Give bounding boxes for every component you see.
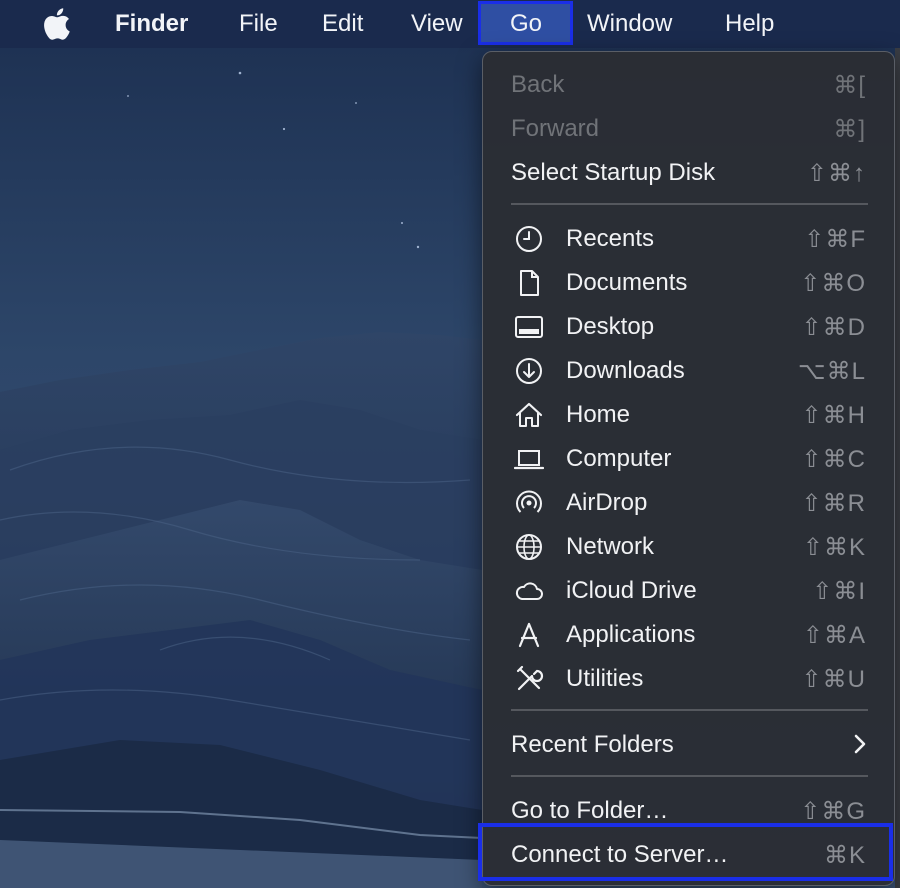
menu-item-shortcut: ⌥⌘L bbox=[797, 358, 866, 385]
menu-item-label: Back bbox=[511, 71, 565, 98]
menu-item-recents[interactable]: Recents ⇧⌘F bbox=[483, 216, 894, 260]
applications-icon bbox=[514, 620, 544, 650]
menu-item-label: Connect to Server… bbox=[511, 841, 729, 868]
clock-icon bbox=[514, 224, 544, 254]
menu-item-shortcut: ⌘] bbox=[833, 116, 866, 143]
menu-item-downloads[interactable]: Downloads ⌥⌘L bbox=[483, 348, 894, 392]
desktop-icon bbox=[514, 312, 544, 342]
menu-item-airdrop[interactable]: AirDrop ⇧⌘R bbox=[483, 480, 894, 524]
menu-item-label: Go to Folder… bbox=[511, 797, 669, 824]
document-icon bbox=[514, 268, 544, 298]
menu-item-select-startup-disk[interactable]: Select Startup Disk ⇧⌘↑ bbox=[483, 150, 894, 194]
menu-item-home[interactable]: Home ⇧⌘H bbox=[483, 392, 894, 436]
menu-item-label: Utilities bbox=[566, 665, 644, 692]
menubar-file[interactable]: File bbox=[239, 0, 278, 48]
menu-item-shortcut: ⇧⌘↑ bbox=[806, 160, 866, 187]
menu-separator bbox=[511, 203, 868, 205]
menubar-app-finder[interactable]: Finder bbox=[115, 0, 188, 48]
laptop-icon bbox=[514, 444, 544, 474]
menu-item-shortcut: ⇧⌘I bbox=[812, 578, 866, 605]
go-menu: Back ⌘[ Forward ⌘] Select Startup Disk ⇧… bbox=[482, 51, 895, 886]
menu-item-computer[interactable]: Computer ⇧⌘C bbox=[483, 436, 894, 480]
menu-item-label: Forward bbox=[511, 115, 600, 142]
menu-separator bbox=[511, 709, 868, 711]
menu-item-shortcut: ⇧⌘H bbox=[801, 402, 866, 429]
menu-item-go-to-folder[interactable]: Go to Folder… ⇧⌘G bbox=[483, 788, 894, 832]
menu-item-shortcut: ⇧⌘A bbox=[802, 622, 866, 649]
apple-logo-icon[interactable] bbox=[41, 8, 71, 40]
globe-icon bbox=[514, 532, 544, 562]
menu-item-shortcut: ⇧⌘D bbox=[801, 314, 866, 341]
download-icon bbox=[514, 356, 544, 386]
menu-item-label: Network bbox=[566, 533, 655, 560]
menu-item-applications[interactable]: Applications ⇧⌘A bbox=[483, 612, 894, 656]
cloud-icon bbox=[514, 576, 544, 606]
menu-item-shortcut: ⌘K bbox=[823, 842, 866, 869]
menubar-edit[interactable]: Edit bbox=[322, 0, 363, 48]
menubar-window[interactable]: Window bbox=[587, 0, 672, 48]
menu-item-label: Downloads bbox=[566, 357, 685, 384]
menu-item-utilities[interactable]: Utilities ⇧⌘U bbox=[483, 656, 894, 700]
menu-item-back[interactable]: Back ⌘[ bbox=[483, 62, 894, 106]
airdrop-icon bbox=[514, 488, 544, 518]
menubar-view[interactable]: View bbox=[411, 0, 463, 48]
menu-item-icloud-drive[interactable]: iCloud Drive ⇧⌘I bbox=[483, 568, 894, 612]
menu-item-label: Recent Folders bbox=[511, 731, 674, 758]
menu-item-label: Home bbox=[566, 401, 631, 428]
menu-item-shortcut: ⇧⌘R bbox=[801, 490, 866, 517]
menu-item-network[interactable]: Network ⇧⌘K bbox=[483, 524, 894, 568]
menu-item-shortcut: ⌘[ bbox=[833, 72, 866, 99]
menu-item-label: Recents bbox=[566, 225, 655, 252]
menu-item-documents[interactable]: Documents ⇧⌘O bbox=[483, 260, 894, 304]
menu-item-forward[interactable]: Forward ⌘] bbox=[483, 106, 894, 150]
menu-bar: Finder File Edit View Go Window Help bbox=[0, 0, 900, 48]
menu-item-shortcut: ⇧⌘K bbox=[802, 534, 866, 561]
menu-separator bbox=[511, 775, 868, 777]
menu-item-shortcut: ⇧⌘O bbox=[800, 270, 866, 297]
menu-item-label: Applications bbox=[566, 621, 696, 648]
menu-item-label: Desktop bbox=[566, 313, 655, 340]
tools-icon bbox=[514, 664, 544, 694]
menu-item-shortcut: ⇧⌘C bbox=[801, 446, 866, 473]
menubar-help[interactable]: Help bbox=[725, 0, 774, 48]
menu-item-shortcut: ⇧⌘U bbox=[801, 666, 866, 693]
menubar-go[interactable]: Go bbox=[510, 0, 542, 48]
menu-item-label: Documents bbox=[566, 269, 688, 296]
menu-item-desktop[interactable]: Desktop ⇧⌘D bbox=[483, 304, 894, 348]
menu-item-label: Computer bbox=[566, 445, 672, 472]
menu-item-shortcut: ⇧⌘F bbox=[804, 226, 866, 253]
home-icon bbox=[514, 400, 544, 430]
menu-item-label: Select Startup Disk bbox=[511, 159, 716, 186]
chevron-right-icon bbox=[854, 734, 866, 754]
menu-item-recent-folders[interactable]: Recent Folders bbox=[483, 722, 894, 766]
menu-item-label: iCloud Drive bbox=[566, 577, 697, 604]
menu-item-label: AirDrop bbox=[566, 489, 648, 516]
menu-item-connect-to-server[interactable]: Connect to Server… ⌘K bbox=[483, 832, 894, 876]
menu-item-shortcut: ⇧⌘G bbox=[800, 798, 866, 825]
